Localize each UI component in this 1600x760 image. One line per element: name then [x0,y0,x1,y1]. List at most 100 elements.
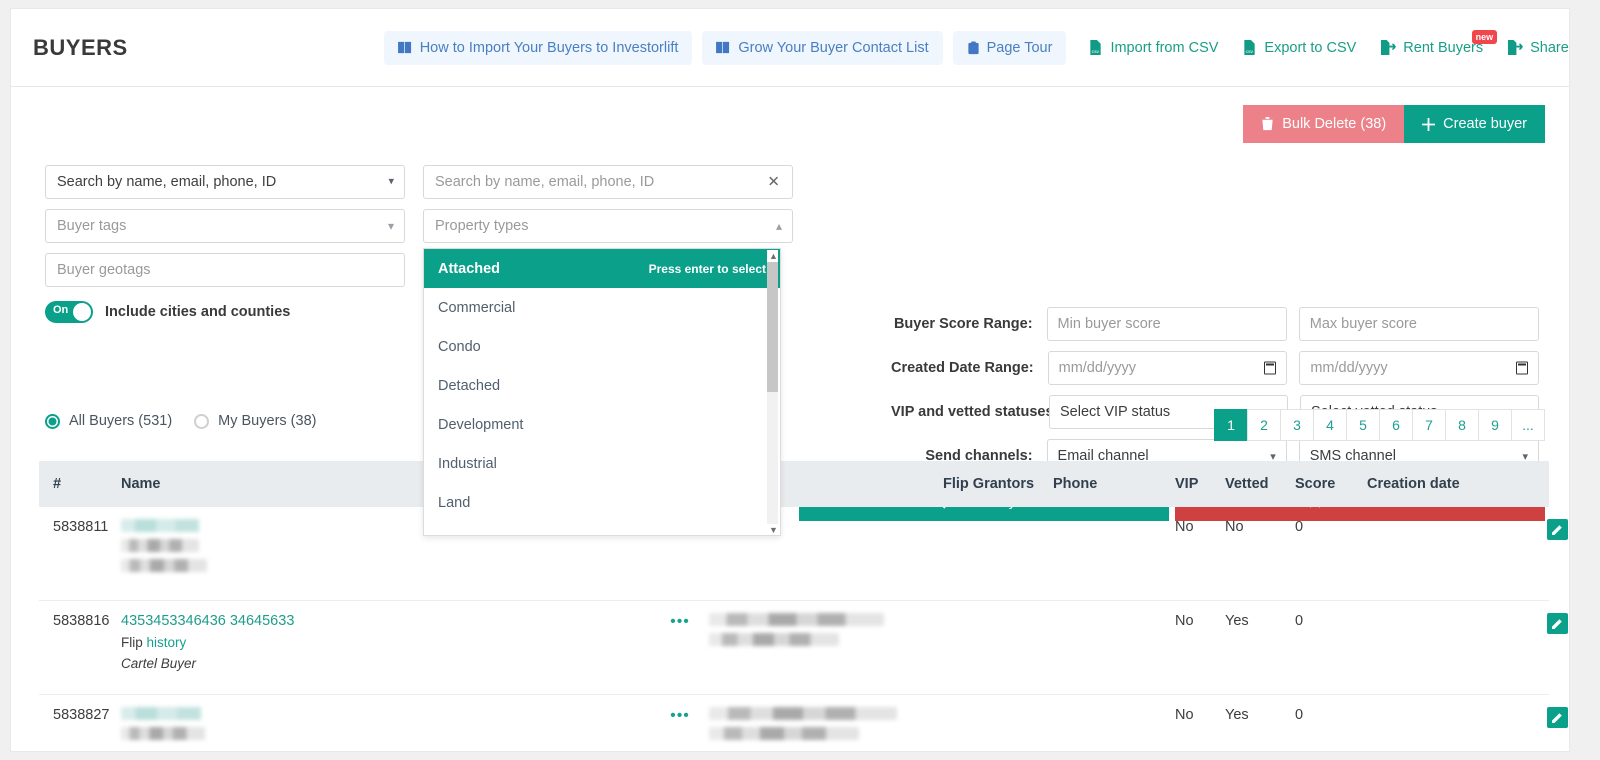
property-types-dropdown[interactable]: Attached Press enter to select Commercia… [423,248,781,536]
row-email-cell [709,613,943,653]
dropdown-option-detached[interactable]: Detached [424,366,780,405]
row-email-cell [709,707,943,747]
page-button-5[interactable]: 5 [1346,409,1380,441]
row-name-link[interactable]: 4353453346436 34645633 [121,613,294,629]
dropdown-option-label: Detached [438,377,501,394]
filter-panel: Search by name, email, phone, ID ▾ Buyer… [11,153,1569,521]
page-button-8[interactable]: 8 [1445,409,1479,441]
radio-all-buyers[interactable]: All Buyers (531) [45,413,172,429]
scroll-up-arrow-icon[interactable]: ▲ [769,251,778,261]
dropdown-option-development[interactable]: Development [424,405,780,444]
help-chip-label: How to Import Your Buyers to Investorlif… [419,39,679,56]
include-cities-counties-row: On Include cities and counties [45,301,405,323]
max-buyer-score-input[interactable]: Max buyer score [1298,307,1539,341]
dropdown-scrollbar[interactable]: ▲ ▼ [767,250,778,535]
new-badge: new [1471,29,1498,44]
radio-my-buyers[interactable]: My Buyers (38) [194,413,316,429]
buyer-geotags-placeholder: Buyer geotags [57,262,151,278]
redacted-line [121,539,199,552]
row-name-cell: 4353453346436 34645633 Flip history Cart… [121,613,651,671]
dropdown-option-condo[interactable]: Condo [424,327,780,366]
page-button-4[interactable]: 4 [1313,409,1347,441]
include-cities-counties-toggle[interactable]: On [45,301,93,323]
radio-all-buyers-label: All Buyers (531) [69,413,173,429]
table-row[interactable]: 5838811 ail.com No No 0 [39,507,1568,601]
create-buyer-label: Create buyer [1443,116,1527,132]
row-vip: No [1175,519,1194,535]
redacted-email [709,707,897,720]
chevron-up-icon: ▴ [775,219,782,233]
column-header-index: # [53,476,62,492]
bulk-delete-button[interactable]: Bulk Delete (38) [1243,105,1405,143]
redacted-line [121,559,207,572]
page-button-1[interactable]: 1 [1214,409,1248,441]
buyer-scope-radios: All Buyers (531) My Buyers (38) [45,413,316,429]
action-buttons: Bulk Delete (38) Create buyer [1243,105,1545,143]
pencil-icon[interactable] [1547,519,1568,540]
help-chip-import-buyers[interactable]: How to Import Your Buyers to Investorlif… [383,30,693,65]
created-date-from-input[interactable]: mm/dd/yyyy [1047,351,1288,385]
min-buyer-score-input[interactable]: Min buyer score [1046,307,1287,341]
scroll-down-arrow-icon[interactable]: ▼ [769,525,778,535]
import-from-csv-link[interactable]: csv Import from CSV [1076,31,1230,65]
row-actions-menu[interactable]: ••• [651,613,709,631]
property-types-placeholder: Property types [435,218,529,234]
page-header: BUYERS How to Import Your Buyers to Inve… [11,9,1569,87]
flip-history-link[interactable]: history [147,635,187,650]
redacted-email [709,727,859,740]
dropdown-option-attached[interactable]: Attached Press enter to select [424,249,780,288]
dropdown-option-industrial[interactable]: Industrial [424,444,780,483]
dropdown-option-manufactured[interactable]: Manufactured [424,522,780,536]
buyer-tags-input[interactable]: Buyer tags ▾ [45,209,405,243]
book-icon [397,41,413,54]
page-button-2[interactable]: 2 [1247,409,1281,441]
buyer-score-range-label: Buyer Score Range: [893,316,1033,332]
created-date-to-input[interactable]: mm/dd/yyyy [1299,351,1539,385]
calendar-icon[interactable] [1516,361,1528,375]
export-to-csv-label: Export to CSV [1264,39,1357,56]
row-vetted: Yes [1225,707,1249,723]
row-vip: No [1175,707,1194,723]
row-actions-menu[interactable]: ••• [651,707,709,725]
rent-buyers-link[interactable]: Rent Buyers new [1368,29,1498,65]
book-icon [716,41,731,54]
close-icon[interactable]: ✕ [767,175,780,190]
radio-dot-selected [45,413,60,429]
dropdown-option-commercial[interactable]: Commercial [424,288,780,327]
export-to-csv-link[interactable]: csv Export to CSV [1230,31,1368,65]
dropdown-option-land[interactable]: Land [424,483,780,522]
search-field-select[interactable]: Search by name, email, phone, ID ▾ [45,165,405,199]
table-row[interactable]: 5838827 ••• No Yes 0 [39,695,1568,751]
help-chip-grow-contact-list[interactable]: Grow Your Buyer Contact List [702,30,943,65]
help-chip-label: Grow Your Buyer Contact List [738,39,929,56]
share-buyers-link[interactable]: Share Buyers [1495,31,1569,65]
column-header-vetted: Vetted [1225,476,1269,492]
create-buyer-button[interactable]: Create buyer [1404,105,1545,143]
page-tour-label: Page Tour [986,39,1053,56]
row-name-cell [121,707,651,747]
row-id: 5838827 [53,707,110,723]
page-tour-chip[interactable]: Page Tour [952,30,1067,65]
csv-export-icon: csv [1242,40,1257,55]
row-buyer-tag: Cartel Buyer [121,656,197,671]
scrollbar-thumb[interactable] [767,262,778,392]
column-header-phone: Phone [1053,476,1098,492]
page-title: BUYERS [33,34,128,60]
pencil-icon[interactable] [1547,707,1568,728]
redacted-line [121,727,205,740]
dropdown-option-label: Condo [438,338,481,355]
page-button-7[interactable]: 7 [1412,409,1446,441]
page-button-3[interactable]: 3 [1280,409,1314,441]
page-button-ellipsis[interactable]: ... [1511,409,1545,441]
page-button-9[interactable]: 9 [1478,409,1512,441]
buyer-geotags-input[interactable]: Buyer geotags [45,253,405,287]
table-row[interactable]: 5838816 4353453346436 34645633 Flip hist… [39,601,1568,695]
calendar-icon[interactable] [1264,361,1277,375]
plus-icon [1422,117,1436,131]
pencil-icon[interactable] [1547,613,1568,634]
row-id: 5838816 [53,613,110,629]
search-input[interactable]: Search by name, email, phone, ID ✕ [423,165,793,199]
property-types-input[interactable]: Property types ▴ [423,209,793,243]
pagination: 1 2 3 4 5 6 7 8 9 ... [1214,409,1545,441]
page-button-6[interactable]: 6 [1379,409,1413,441]
